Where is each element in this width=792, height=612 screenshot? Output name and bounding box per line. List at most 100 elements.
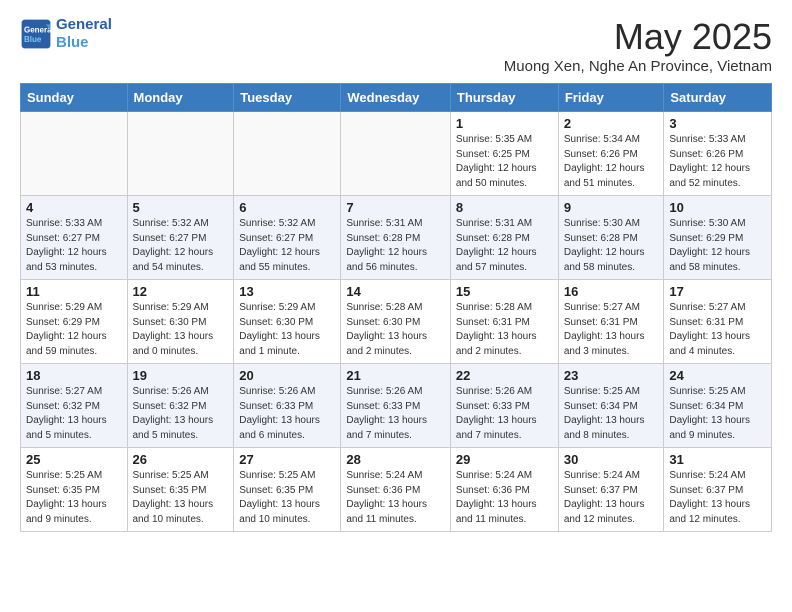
day-info: Sunrise: 5:25 AM Sunset: 6:34 PM Dayligh… — [564, 385, 659, 443]
calendar-cell: 21 Sunrise: 5:26 AM Sunset: 6:33 PM Dayli… — [341, 364, 451, 448]
day-number: 25 — [26, 452, 122, 467]
calendar-week-row: 25 Sunrise: 5:25 AM Sunset: 6:35 PM Dayli… — [21, 448, 772, 532]
day-number: 19 — [133, 368, 229, 383]
day-number: 24 — [669, 368, 766, 383]
calendar-cell: 16Sunrise: 5:27 AM Sunset: 6:31 PM Dayli… — [558, 280, 664, 364]
calendar-cell: 10Sunrise: 5:30 AM Sunset: 6:29 PM Dayli… — [664, 196, 772, 280]
day-number: 3 — [669, 116, 766, 131]
day-number: 5 — [133, 200, 229, 215]
day-number: 13 — [239, 284, 335, 299]
day-number: 26 — [133, 452, 229, 467]
day-number: 27 — [239, 452, 335, 467]
calendar-cell — [21, 112, 128, 196]
calendar-cell: 6 Sunrise: 5:32 AM Sunset: 6:27 PM Daylig… — [234, 196, 341, 280]
calendar-cell: 20 Sunrise: 5:26 AM Sunset: 6:33 PM Dayli… — [234, 364, 341, 448]
calendar-cell: 1 Sunrise: 5:35 AM Sunset: 6:25 PM Daylig… — [450, 112, 558, 196]
day-info: Sunrise: 5:25 AM Sunset: 6:35 PM Dayligh… — [239, 469, 335, 527]
day-info: Sunrise: 5:24 AM Sunset: 6:37 PM Dayligh… — [669, 469, 766, 527]
day-number: 1 — [456, 116, 553, 131]
weekday-header: Friday — [558, 84, 664, 112]
day-number: 12 — [133, 284, 229, 299]
calendar-week-row: 4Sunrise: 5:33 AM Sunset: 6:27 PM Daylig… — [21, 196, 772, 280]
day-info: Sunrise: 5:25 AM Sunset: 6:35 PM Dayligh… — [133, 469, 229, 527]
day-info: Sunrise: 5:27 AM Sunset: 6:31 PM Dayligh… — [669, 301, 766, 359]
day-info: Sunrise: 5:28 AM Sunset: 6:30 PM Dayligh… — [346, 301, 445, 359]
weekday-header: Sunday — [21, 84, 128, 112]
day-number: 20 — [239, 368, 335, 383]
calendar-cell: 23 Sunrise: 5:25 AM Sunset: 6:34 PM Dayli… — [558, 364, 664, 448]
day-info: Sunrise: 5:26 AM Sunset: 6:33 PM Dayligh… — [239, 385, 335, 443]
day-info: Sunrise: 5:31 AM Sunset: 6:28 PM Dayligh… — [346, 217, 445, 275]
day-number: 15 — [456, 284, 553, 299]
day-number: 2 — [564, 116, 659, 131]
page-container: General Blue General Blue May 2025 Muong… — [0, 0, 792, 548]
calendar-cell — [127, 112, 234, 196]
day-number: 22 — [456, 368, 553, 383]
calendar-cell: 14 Sunrise: 5:28 AM Sunset: 6:30 PM Dayli… — [341, 280, 451, 364]
day-number: 6 — [239, 200, 335, 215]
day-number: 9 — [564, 200, 659, 215]
day-info: Sunrise: 5:28 AM Sunset: 6:31 PM Dayligh… — [456, 301, 553, 359]
day-number: 11 — [26, 284, 122, 299]
calendar-week-row: 1 Sunrise: 5:35 AM Sunset: 6:25 PM Daylig… — [21, 112, 772, 196]
day-info: Sunrise: 5:27 AM Sunset: 6:32 PM Dayligh… — [26, 385, 122, 443]
calendar-cell: 18Sunrise: 5:27 AM Sunset: 6:32 PM Dayli… — [21, 364, 128, 448]
calendar-table: SundayMondayTuesdayWednesdayThursdayFrid… — [20, 83, 772, 532]
day-number: 14 — [346, 284, 445, 299]
calendar-cell: 19 Sunrise: 5:26 AM Sunset: 6:32 PM Dayli… — [127, 364, 234, 448]
calendar-cell: 15 Sunrise: 5:28 AM Sunset: 6:31 PM Dayli… — [450, 280, 558, 364]
day-info: Sunrise: 5:34 AM Sunset: 6:26 PM Dayligh… — [564, 133, 659, 191]
weekday-header: Saturday — [664, 84, 772, 112]
weekday-header: Tuesday — [234, 84, 341, 112]
day-number: 17 — [669, 284, 766, 299]
day-number: 16 — [564, 284, 659, 299]
header: General Blue General Blue May 2025 Muong… — [20, 16, 772, 75]
logo-text-general: General — [56, 16, 112, 34]
svg-text:Blue: Blue — [24, 35, 42, 44]
day-info: Sunrise: 5:35 AM Sunset: 6:25 PM Dayligh… — [456, 133, 553, 191]
logo-icon: General Blue — [20, 18, 52, 50]
calendar-cell: 13 Sunrise: 5:29 AM Sunset: 6:30 PM Dayli… — [234, 280, 341, 364]
weekday-header: Monday — [127, 84, 234, 112]
calendar-cell: 5Sunrise: 5:32 AM Sunset: 6:27 PM Daylig… — [127, 196, 234, 280]
title-block: May 2025 Muong Xen, Nghe An Province, Vi… — [504, 16, 772, 75]
calendar-cell — [341, 112, 451, 196]
calendar-cell: 2 Sunrise: 5:34 AM Sunset: 6:26 PM Daylig… — [558, 112, 664, 196]
day-info: Sunrise: 5:24 AM Sunset: 6:36 PM Dayligh… — [346, 469, 445, 527]
calendar-cell: 8Sunrise: 5:31 AM Sunset: 6:28 PM Daylig… — [450, 196, 558, 280]
subtitle: Muong Xen, Nghe An Province, Vietnam — [504, 58, 772, 75]
day-number: 4 — [26, 200, 122, 215]
day-number: 23 — [564, 368, 659, 383]
day-info: Sunrise: 5:33 AM Sunset: 6:26 PM Dayligh… — [669, 133, 766, 191]
weekday-header: Thursday — [450, 84, 558, 112]
day-info: Sunrise: 5:29 AM Sunset: 6:29 PM Dayligh… — [26, 301, 122, 359]
logo: General Blue General Blue — [20, 16, 112, 52]
day-info: Sunrise: 5:29 AM Sunset: 6:30 PM Dayligh… — [133, 301, 229, 359]
calendar-cell: 31 Sunrise: 5:24 AM Sunset: 6:37 PM Dayli… — [664, 448, 772, 532]
calendar-cell: 17 Sunrise: 5:27 AM Sunset: 6:31 PM Dayli… — [664, 280, 772, 364]
calendar-cell: 11 Sunrise: 5:29 AM Sunset: 6:29 PM Dayli… — [21, 280, 128, 364]
calendar-header-row: SundayMondayTuesdayWednesdayThursdayFrid… — [21, 84, 772, 112]
day-info: Sunrise: 5:25 AM Sunset: 6:35 PM Dayligh… — [26, 469, 122, 527]
day-number: 29 — [456, 452, 553, 467]
calendar-cell: 25 Sunrise: 5:25 AM Sunset: 6:35 PM Dayli… — [21, 448, 128, 532]
day-info: Sunrise: 5:24 AM Sunset: 6:37 PM Dayligh… — [564, 469, 659, 527]
day-info: Sunrise: 5:24 AM Sunset: 6:36 PM Dayligh… — [456, 469, 553, 527]
day-number: 21 — [346, 368, 445, 383]
calendar-cell: 30 Sunrise: 5:24 AM Sunset: 6:37 PM Dayli… — [558, 448, 664, 532]
calendar-week-row: 18Sunrise: 5:27 AM Sunset: 6:32 PM Dayli… — [21, 364, 772, 448]
day-info: Sunrise: 5:26 AM Sunset: 6:33 PM Dayligh… — [346, 385, 445, 443]
calendar-cell: 4Sunrise: 5:33 AM Sunset: 6:27 PM Daylig… — [21, 196, 128, 280]
calendar-cell: 7 Sunrise: 5:31 AM Sunset: 6:28 PM Daylig… — [341, 196, 451, 280]
day-number: 8 — [456, 200, 553, 215]
calendar-cell: 22Sunrise: 5:26 AM Sunset: 6:33 PM Dayli… — [450, 364, 558, 448]
day-number: 7 — [346, 200, 445, 215]
day-info: Sunrise: 5:32 AM Sunset: 6:27 PM Dayligh… — [239, 217, 335, 275]
day-number: 31 — [669, 452, 766, 467]
day-info: Sunrise: 5:26 AM Sunset: 6:32 PM Dayligh… — [133, 385, 229, 443]
calendar-cell — [234, 112, 341, 196]
day-number: 30 — [564, 452, 659, 467]
day-info: Sunrise: 5:29 AM Sunset: 6:30 PM Dayligh… — [239, 301, 335, 359]
day-info: Sunrise: 5:30 AM Sunset: 6:29 PM Dayligh… — [669, 217, 766, 275]
logo-text-blue: Blue — [56, 34, 112, 52]
